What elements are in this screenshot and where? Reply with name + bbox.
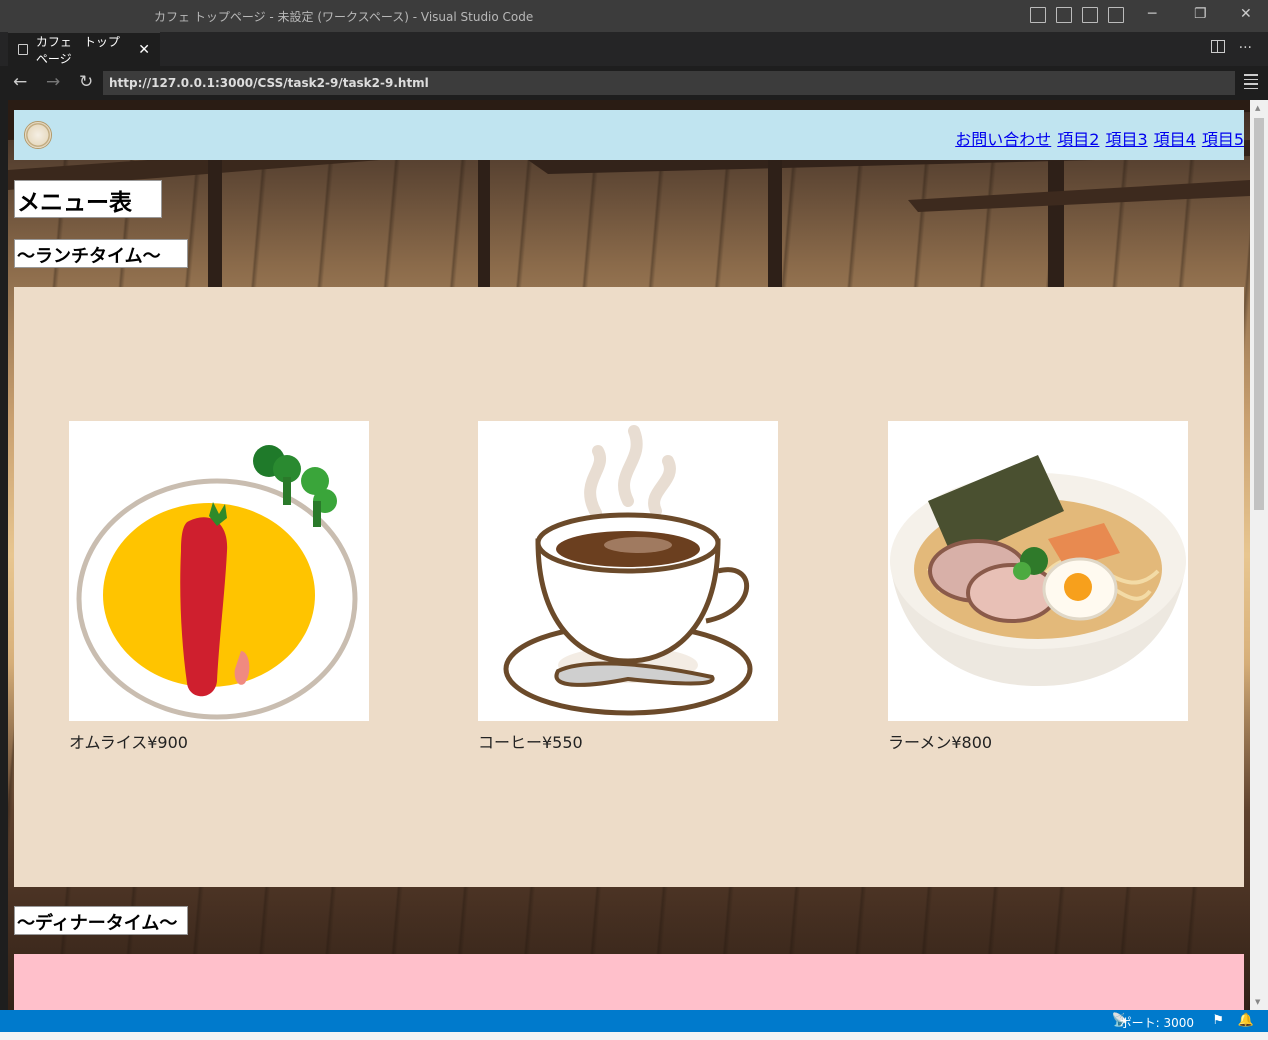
menu-item-caption: ラーメン¥800: [888, 733, 993, 752]
coffee-image: [478, 421, 778, 721]
bell-icon[interactable]: 🔔: [1238, 1013, 1254, 1028]
customize-layout-icon[interactable]: [1108, 7, 1124, 23]
url-input[interactable]: http://127.0.0.1:3000/CSS/task2-9/task2-…: [103, 71, 1235, 95]
port-status[interactable]: ポート: 3000: [1120, 1014, 1194, 1031]
menu-item-caption: コーヒー¥550: [478, 733, 583, 752]
close-tab-icon[interactable]: ✕: [138, 42, 150, 58]
toggle-sidebar-icon[interactable]: [1030, 7, 1046, 23]
menu-item-caption: オムライス¥900: [69, 733, 188, 752]
lunch-heading: 〜ランチタイム〜: [14, 239, 188, 268]
preview-icon: [18, 44, 28, 55]
dinner-heading: 〜ディナータイム〜: [14, 906, 188, 935]
back-button[interactable]: ←: [13, 72, 27, 92]
nav-link-item3[interactable]: 項目3: [1105, 126, 1147, 150]
nav-link-item5[interactable]: 項目5: [1202, 126, 1244, 150]
nav-link-item4[interactable]: 項目4: [1154, 126, 1196, 150]
bottom-edge: [0, 1032, 1268, 1040]
more-actions-icon[interactable]: ···: [1239, 40, 1252, 56]
layout-controls: [1030, 7, 1124, 23]
omurice-image: [69, 421, 369, 721]
browser-toolbar: ← → ↻ http://127.0.0.1:3000/CSS/task2-9/…: [0, 66, 1268, 100]
minimize-button[interactable]: ─: [1148, 6, 1156, 22]
tab-cafe-top[interactable]: カフェ トップページ ✕: [8, 32, 160, 66]
split-editor-icon[interactable]: [1210, 40, 1225, 53]
forward-button[interactable]: →: [46, 72, 60, 92]
dinner-menu-section: [14, 954, 1244, 1010]
nav-link-item2[interactable]: 項目2: [1057, 126, 1099, 150]
scroll-up-icon[interactable]: ▲: [1255, 104, 1260, 112]
page-viewport: お問い合わせ 項目2 項目3 項目4 項目5 メニュー表 〜ランチタイム〜 オム…: [8, 100, 1250, 1010]
lunch-menu-section: オムライス¥900 コーヒー¥550 ラーメン¥800: [14, 287, 1244, 887]
reload-button[interactable]: ↻: [79, 72, 93, 92]
menu-item-omurice: オムライス¥900: [69, 421, 369, 753]
menu-heading: メニュー表: [14, 180, 162, 218]
feedback-icon[interactable]: ⚑: [1212, 1013, 1224, 1028]
title-bar: カフェ トップページ - 未設定 (ワークスペース) - Visual Stud…: [0, 0, 1268, 32]
editor-tab-bar: カフェ トップページ ✕ ···: [0, 32, 1268, 66]
nav-link-contact[interactable]: お問い合わせ: [955, 126, 1051, 150]
toggle-panel-icon[interactable]: [1056, 7, 1072, 23]
status-bar: 📡 ポート: 3000 ⚑ 🔔: [0, 1010, 1268, 1032]
hamburger-menu-icon[interactable]: [1244, 74, 1258, 92]
tab-label: カフェ トップページ: [35, 34, 120, 66]
scroll-down-icon[interactable]: ▼: [1255, 998, 1260, 1006]
restore-button[interactable]: ❐: [1194, 6, 1207, 22]
site-header: お問い合わせ 項目2 項目3 項目4 項目5: [14, 110, 1244, 160]
close-window-button[interactable]: ✕: [1240, 6, 1252, 22]
menu-item-ramen: ラーメン¥800: [888, 421, 1188, 753]
cafe-logo[interactable]: [24, 121, 52, 149]
toggle-secondary-sidebar-icon[interactable]: [1082, 7, 1098, 23]
scrollbar-thumb[interactable]: [1254, 118, 1264, 510]
site-nav: お問い合わせ 項目2 項目3 項目4 項目5: [955, 126, 1244, 150]
page-scrollbar[interactable]: ▲ ▼: [1250, 100, 1268, 1010]
ramen-image: [888, 421, 1188, 721]
menu-item-coffee: コーヒー¥550: [478, 421, 778, 753]
window-title: カフェ トップページ - 未設定 (ワークスペース) - Visual Stud…: [154, 10, 534, 24]
